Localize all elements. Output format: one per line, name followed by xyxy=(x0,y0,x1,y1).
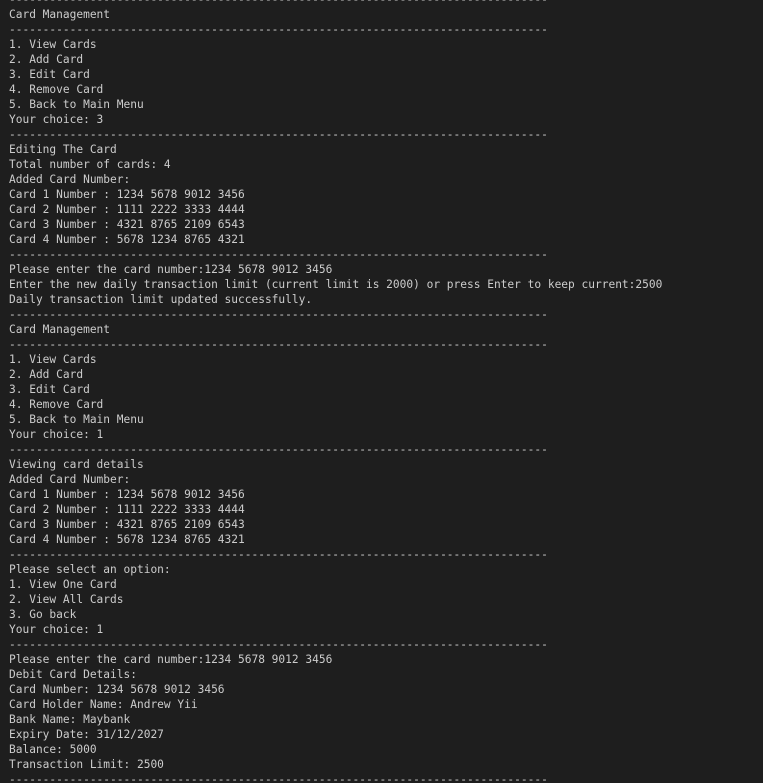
terminal-line: Bank Name: Maybank xyxy=(9,713,131,726)
terminal-line: Card Management xyxy=(9,323,111,336)
terminal-line: Your choice: 1 xyxy=(9,428,104,441)
terminal-line: Card 1 Number : 1234 5678 9012 3456 xyxy=(9,188,245,201)
terminal-line: Card 3 Number : 4321 8765 2109 6543 xyxy=(9,518,245,531)
terminal-line: 4. Remove Card xyxy=(9,83,104,96)
separator-line: ----------------------------------------… xyxy=(9,23,548,36)
separator-line: ----------------------------------------… xyxy=(9,248,548,261)
separator-line: ----------------------------------------… xyxy=(9,128,548,141)
terminal-line: Total number of cards: 4 xyxy=(9,158,171,171)
terminal-line: 5. Back to Main Menu xyxy=(9,413,144,426)
separator-line: ----------------------------------------… xyxy=(9,548,548,561)
terminal-line: Balance: 5000 xyxy=(9,743,97,756)
terminal-line: 3. Edit Card xyxy=(9,383,90,396)
separator-line: ----------------------------------------… xyxy=(9,773,548,783)
terminal-line: Your choice: 3 xyxy=(9,113,104,126)
terminal-line: Transaction Limit: 2500 xyxy=(9,758,164,771)
terminal-line: Your choice: 1 xyxy=(9,623,104,636)
terminal-line: Daily transaction limit updated successf… xyxy=(9,293,313,306)
terminal-line: Card 1 Number : 1234 5678 9012 3456 xyxy=(9,488,245,501)
terminal-line: 2. View All Cards xyxy=(9,593,124,606)
separator-line: ----------------------------------------… xyxy=(9,338,548,351)
terminal-line: 4. Remove Card xyxy=(9,398,104,411)
terminal-line: 2. Add Card xyxy=(9,368,84,381)
terminal-line: Please enter the card number:1234 5678 9… xyxy=(9,263,333,276)
terminal-line: 3. Go back xyxy=(9,608,77,621)
terminal-line: Card Management xyxy=(9,8,111,21)
terminal-line: Card 4 Number : 5678 1234 8765 4321 xyxy=(9,533,245,546)
terminal-line: Please enter the card number:1234 5678 9… xyxy=(9,653,333,666)
terminal-line: Card Holder Name: Andrew Yii xyxy=(9,698,198,711)
terminal-line: Card 2 Number : 1111 2222 3333 4444 xyxy=(9,203,245,216)
terminal-line: Card 3 Number : 4321 8765 2109 6543 xyxy=(9,218,245,231)
separator-line: ----------------------------------------… xyxy=(9,308,548,321)
terminal-line: Editing The Card xyxy=(9,143,117,156)
terminal-line: Please select an option: xyxy=(9,563,171,576)
terminal-line: Expiry Date: 31/12/2027 xyxy=(9,728,164,741)
terminal-line: Added Card Number: xyxy=(9,473,131,486)
terminal-line: Enter the new daily transaction limit (c… xyxy=(9,278,663,291)
terminal-output: ----------------------------------------… xyxy=(0,0,763,783)
terminal-line: Card Number: 1234 5678 9012 3456 xyxy=(9,683,225,696)
terminal-line: 3. Edit Card xyxy=(9,68,90,81)
terminal-line: 1. View One Card xyxy=(9,578,117,591)
separator-line: ----------------------------------------… xyxy=(9,0,763,7)
terminal-line: Added Card Number: xyxy=(9,173,131,186)
terminal-line: 1. View Cards xyxy=(9,353,97,366)
terminal-line: 5. Back to Main Menu xyxy=(9,98,144,111)
terminal-line: Card 4 Number : 5678 1234 8765 4321 xyxy=(9,233,245,246)
separator-line: ----------------------------------------… xyxy=(9,638,548,651)
terminal-line: Debit Card Details: xyxy=(9,668,137,681)
terminal-line: Viewing card details xyxy=(9,458,144,471)
terminal-line: Card 2 Number : 1111 2222 3333 4444 xyxy=(9,503,245,516)
separator-line: ----------------------------------------… xyxy=(9,443,548,456)
terminal-line: 2. Add Card xyxy=(9,53,84,66)
terminal-line: 1. View Cards xyxy=(9,38,97,51)
